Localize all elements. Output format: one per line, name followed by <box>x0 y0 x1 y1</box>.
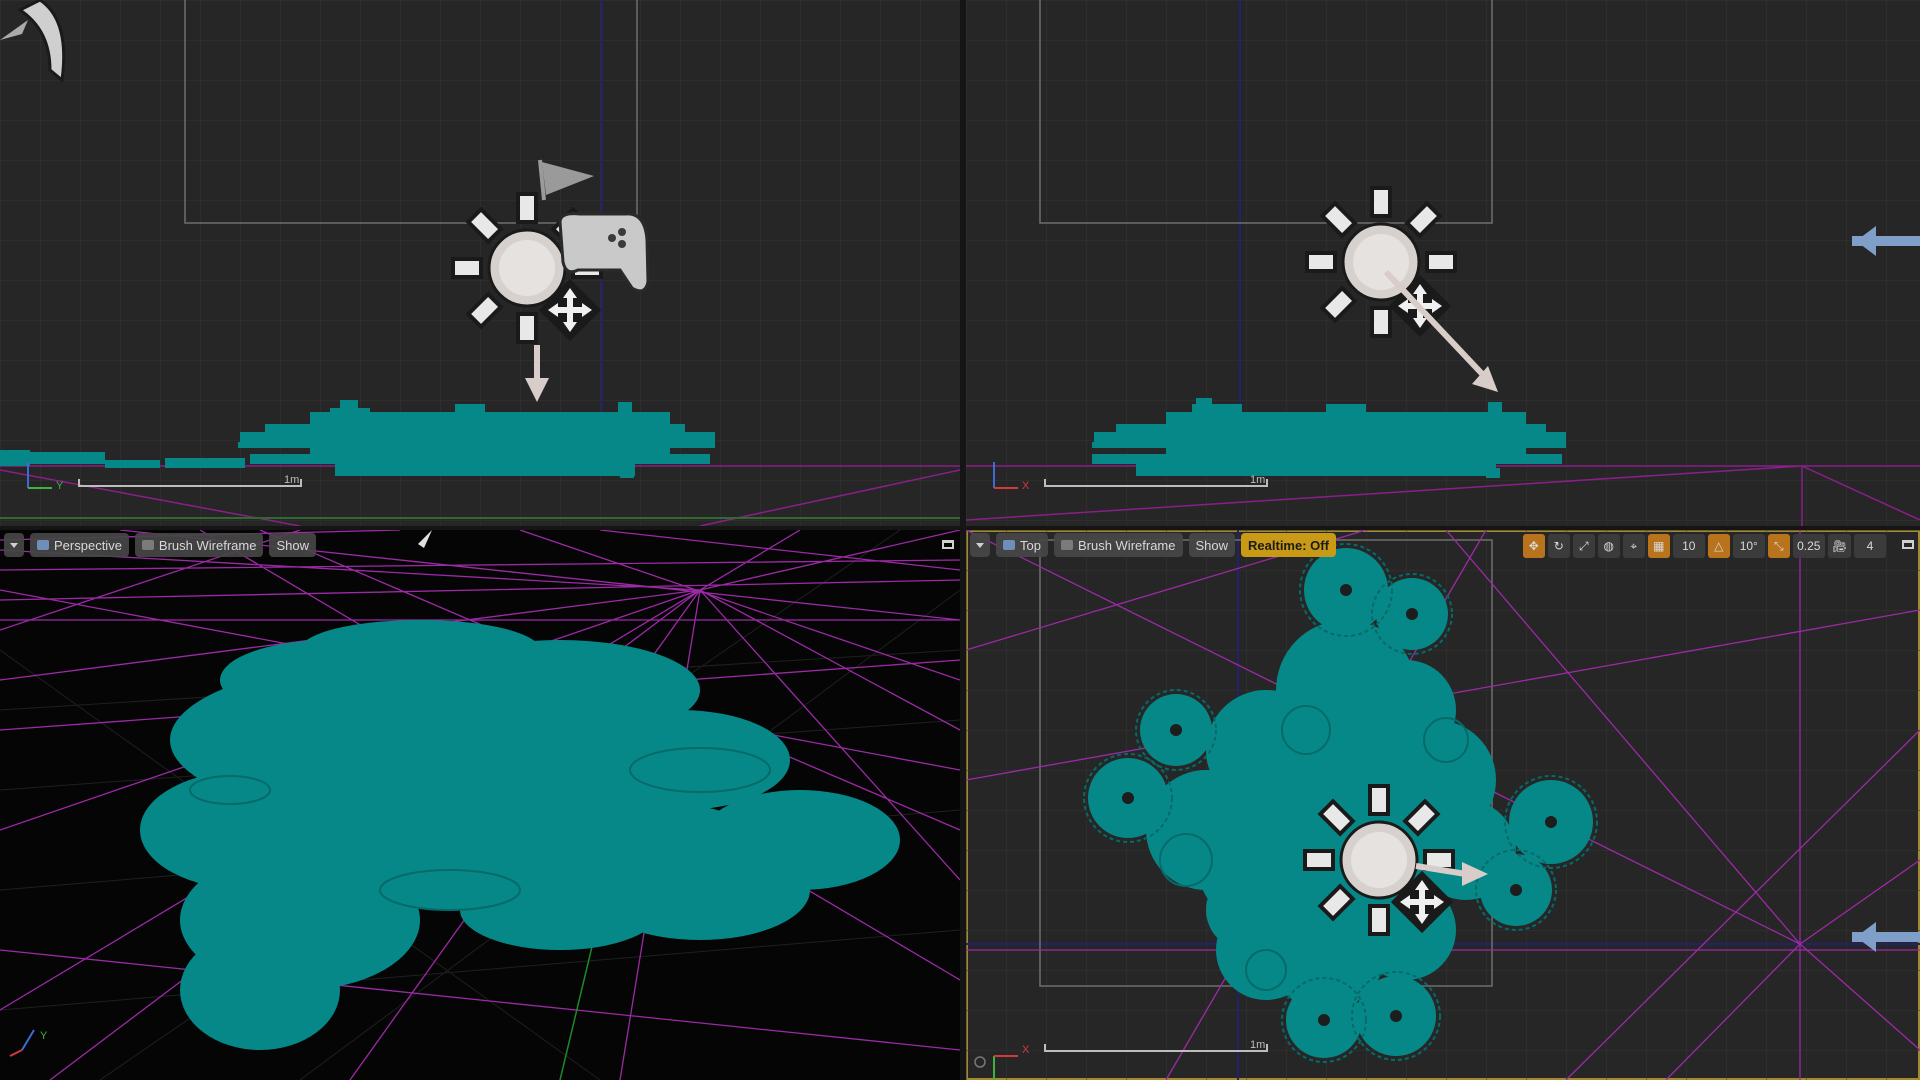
show-button[interactable]: Show <box>269 533 316 557</box>
scale-tool-icon[interactable]: ⤢ <box>1572 534 1595 558</box>
world-space-icon[interactable]: ◍ <box>1597 534 1620 558</box>
viewport-options-button[interactable] <box>4 533 24 557</box>
scale-label: 1m <box>1250 1039 1266 1051</box>
scale-label: 1m <box>1250 474 1266 486</box>
scale-snap-dropdown[interactable]: 0.25 <box>1792 534 1825 558</box>
perspective-label: Perspective <box>54 537 122 553</box>
viewport-splitter-horizontal[interactable] <box>0 526 1920 530</box>
show-label: Show <box>276 537 309 553</box>
transform-snap-toolbar: ✥ ↻ ⤢ ◍ ⌖ ▦ 10 △ 10° ⤡ 0.25 🎥︎ 4 <box>1522 534 1886 558</box>
viewport-front[interactable]: X 1m <box>966 0 1920 526</box>
grid-snap-icon[interactable]: ▦ <box>1647 534 1670 558</box>
rotation-snap-icon[interactable]: △ <box>1707 534 1730 558</box>
scale-bar <box>1044 479 1268 487</box>
wireframe-icon <box>141 540 154 550</box>
viewport-options-button[interactable] <box>970 533 990 557</box>
viewport-perspective[interactable]: Perspective Brush Wireframe Show Y <box>0 530 960 1080</box>
translate-tool-icon[interactable]: ✥ <box>1522 534 1545 558</box>
viewport-toolbar: Top Brush Wireframe Show Realtime: Off <box>966 530 1336 560</box>
viewport-top[interactable]: Top Brush Wireframe Show Realtime: Off ✥… <box>966 530 1920 1080</box>
top-view-canvas <box>966 530 1920 1080</box>
view-type-label: Top <box>1020 537 1041 553</box>
scale-label: 1m <box>284 474 300 486</box>
viewport-splitter-vertical[interactable] <box>960 0 966 1080</box>
view-mode-label: Brush Wireframe <box>1077 537 1176 553</box>
show-label: Show <box>1195 537 1229 553</box>
view-mode-button[interactable]: Brush Wireframe <box>134 533 264 557</box>
camera-speed-dropdown[interactable]: 4 <box>1854 534 1886 558</box>
orthographic-icon <box>1003 540 1015 550</box>
maximize-viewport-icon[interactable] <box>1902 540 1914 549</box>
view-mode-button[interactable]: Brush Wireframe <box>1053 533 1183 557</box>
chevron-down-icon <box>10 542 18 548</box>
axis-label-x: X <box>1022 1044 1030 1056</box>
perspective-button[interactable]: Perspective <box>30 533 129 557</box>
rotate-tool-icon[interactable]: ↻ <box>1547 534 1570 558</box>
front-view-canvas <box>966 0 1920 526</box>
scale-snap-icon[interactable]: ⤡ <box>1767 534 1790 558</box>
view-mode-label: Brush Wireframe <box>158 537 257 553</box>
realtime-label: Realtime: Off <box>1248 537 1329 553</box>
axis-label-y: Y <box>56 480 64 492</box>
show-button[interactable]: Show <box>1188 533 1236 557</box>
camera-speed-icon[interactable]: 🎥︎ <box>1827 534 1851 558</box>
scale-bar <box>1044 1044 1268 1052</box>
view-type-button[interactable]: Top <box>996 533 1048 557</box>
scale-bar <box>78 479 302 487</box>
viewport-side[interactable]: Y 1m <box>0 0 960 526</box>
chevron-down-icon <box>976 542 984 548</box>
viewport-toolbar: Perspective Brush Wireframe Show <box>0 530 316 560</box>
rotation-snap-dropdown[interactable]: 10° <box>1732 534 1765 558</box>
wireframe-icon <box>1060 540 1073 550</box>
axis-label-y: Y <box>40 1030 48 1042</box>
side-view-canvas <box>0 0 960 526</box>
perspective-icon <box>37 540 49 550</box>
surface-snap-icon[interactable]: ⌖ <box>1622 534 1645 558</box>
gear-mesh-perspective <box>140 620 900 1050</box>
maximize-viewport-icon[interactable] <box>942 540 954 549</box>
realtime-toggle-button[interactable]: Realtime: Off <box>1241 533 1336 557</box>
axis-label-x: X <box>1022 480 1030 492</box>
perspective-canvas <box>0 530 960 1080</box>
grid-size-dropdown[interactable]: 10 <box>1672 534 1705 558</box>
